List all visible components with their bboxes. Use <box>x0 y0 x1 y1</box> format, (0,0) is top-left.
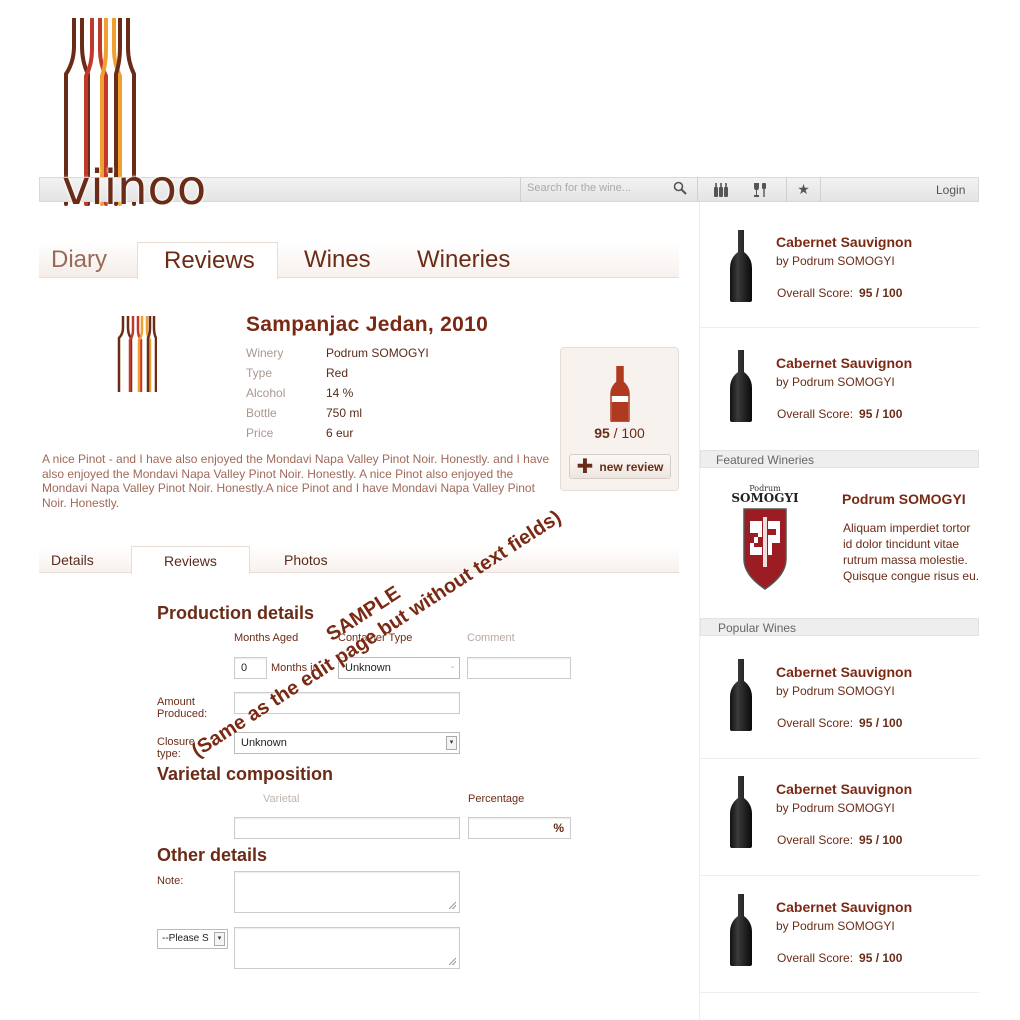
resize-grip-icon[interactable] <box>449 958 456 965</box>
type-value: Red <box>326 366 349 380</box>
wine-name-link[interactable]: Cabernet Sauvignon <box>776 781 912 797</box>
wine-winery[interactable]: by Podrum SOMOGYI <box>776 801 895 815</box>
wine-logo-icon <box>117 316 157 392</box>
sample-watermark: SAMPLE (Same as the edit page but withou… <box>156 473 585 775</box>
wine-name-link[interactable]: Cabernet Sauvignon <box>776 899 912 915</box>
featured-wineries-header: Featured Wineries <box>700 450 979 468</box>
wine-score: Overall Score: 95 / 100 <box>777 833 903 847</box>
wine-bottle-icon[interactable] <box>729 894 753 966</box>
extra-textarea[interactable] <box>234 927 460 969</box>
percentage-label: Percentage <box>468 793 525 805</box>
winery-shield-icon <box>743 508 787 590</box>
type-label: Type <box>246 366 273 380</box>
select-arrow-icon: ⌄ <box>449 663 456 670</box>
login-link[interactable]: Login <box>936 183 965 197</box>
alcohol-value: 14 % <box>326 386 354 400</box>
featured-winery-name[interactable]: Podrum SOMOGYI <box>842 491 966 507</box>
percent-sign: % <box>553 821 564 835</box>
tab-label: Wines <box>304 246 371 273</box>
wine-winery[interactable]: by Podrum SOMOGYI <box>776 919 895 933</box>
wine-name-link[interactable]: Cabernet Sauvignon <box>776 664 912 680</box>
wine-winery[interactable]: by Podrum SOMOGYI <box>776 254 895 268</box>
bottle-label: Bottle <box>246 406 277 420</box>
wine-name-link[interactable]: Cabernet Sauvignon <box>776 355 912 371</box>
wine-bottle-icon[interactable] <box>729 776 753 848</box>
star-icon[interactable]: ★ <box>786 177 821 202</box>
sidebar-divider <box>699 202 700 1020</box>
bottle-value: 750 ml <box>326 406 363 420</box>
note-textarea[interactable] <box>234 871 460 913</box>
months-aged-label: Months Aged <box>234 632 299 644</box>
popular-wines-header: Popular Wines <box>700 618 979 636</box>
score-max: / 100 <box>613 425 645 441</box>
varietal-input[interactable] <box>234 817 460 839</box>
tab-label: Wineries <box>417 246 511 273</box>
winery-label: Winery <box>246 346 284 360</box>
tab-diary[interactable]: Diary <box>39 242 137 278</box>
search-icon[interactable] <box>673 181 687 200</box>
closure-type-select[interactable]: Unknown ▾ <box>234 732 460 754</box>
winery-logo[interactable]: Podrum SOMOGYI <box>728 484 802 596</box>
wine-description: A nice Pinot - and I have also enjoyed t… <box>42 452 550 510</box>
varietal-label: Varietal <box>263 793 300 805</box>
glasses-icon[interactable] <box>745 177 775 202</box>
production-title: Production details <box>157 603 315 623</box>
price-label: Price <box>246 426 274 440</box>
tab-wineries[interactable]: Wineries <box>398 242 679 278</box>
wine-score: Overall Score: 95 / 100 <box>777 407 903 421</box>
wine-bottle-score-icon <box>610 366 630 422</box>
tab-wines[interactable]: Wines <box>278 242 398 278</box>
please-select-value: --Please S <box>162 933 209 944</box>
score-value: 95 <box>594 425 610 441</box>
comment-label: Comment <box>467 632 515 644</box>
brand-logo[interactable]: viinoo <box>62 160 206 216</box>
price-value: 6 eur <box>326 426 354 440</box>
sidebar-separator <box>700 992 979 993</box>
new-review-label: new review <box>599 459 664 474</box>
wine-bottle-icon[interactable] <box>729 350 753 422</box>
wine-name-link[interactable]: Cabernet Sauvignon <box>776 234 912 250</box>
tab-label: Diary <box>51 246 108 273</box>
select-arrow-icon: ▾ <box>214 932 225 946</box>
closure-type-value: Unknown <box>241 737 287 749</box>
winery-value[interactable]: Podrum SOMOGYI <box>326 346 429 360</box>
resize-grip-icon[interactable] <box>449 902 456 909</box>
subtab-label: Reviews <box>164 553 217 569</box>
subtab-label: Photos <box>284 552 328 568</box>
please-select-dropdown[interactable]: --Please S ▾ <box>157 929 228 949</box>
sidebar-separator <box>700 327 979 328</box>
wine-winery[interactable]: by Podrum SOMOGYI <box>776 684 895 698</box>
search-box <box>520 177 698 202</box>
bottles-icon[interactable] <box>706 177 736 202</box>
tab-label: Reviews <box>164 247 255 274</box>
tabs-divider <box>39 277 679 278</box>
subtab-label: Details <box>51 552 94 568</box>
plus-icon: ✚ <box>576 455 594 478</box>
subtab-details[interactable]: Details <box>39 546 131 573</box>
new-review-button[interactable]: ✚ new review <box>569 454 671 479</box>
sidebar-separator <box>700 758 979 759</box>
select-arrow-icon: ▾ <box>446 736 457 750</box>
wine-winery[interactable]: by Podrum SOMOGYI <box>776 375 895 389</box>
wine-bottle-icon[interactable] <box>729 659 753 731</box>
wine-score: Overall Score: 95 / 100 <box>777 951 903 965</box>
score-text: 95 / 100 <box>560 425 679 441</box>
alcohol-label: Alcohol <box>246 386 286 400</box>
wine-score: Overall Score: 95 / 100 <box>777 716 903 730</box>
tab-reviews[interactable]: Reviews <box>137 242 278 279</box>
wine-title: Sampanjac Jedan, 2010 <box>246 313 489 336</box>
wine-score: Overall Score: 95 / 100 <box>777 286 903 300</box>
sidebar-separator <box>700 875 979 876</box>
featured-winery-description: Aliquam imperdiet tortor id dolor tincid… <box>843 521 980 583</box>
other-details-title: Other details <box>157 845 268 865</box>
comment-input[interactable] <box>467 657 571 679</box>
search-input[interactable] <box>527 182 667 194</box>
note-label: Note: <box>157 875 184 887</box>
percentage-input[interactable]: % <box>468 817 571 839</box>
subtab-reviews[interactable]: Reviews <box>131 546 250 574</box>
wine-bottle-icon[interactable] <box>729 230 753 302</box>
